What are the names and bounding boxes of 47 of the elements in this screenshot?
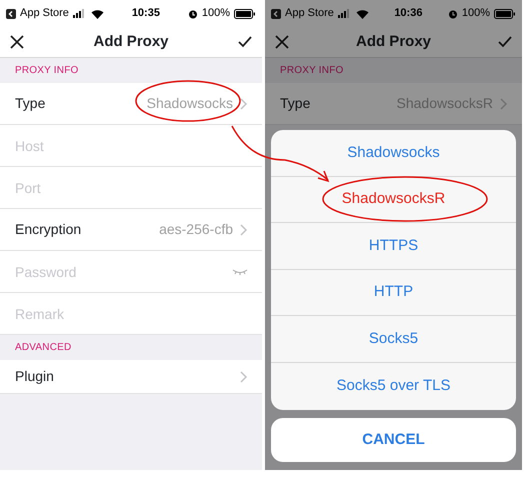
sheet-option[interactable]: Socks5 over TLS [271, 362, 516, 410]
battery-percentage: 100% [462, 6, 490, 22]
signal-icon [338, 9, 352, 18]
settings-row[interactable]: Encryption aes-256-cfb [0, 209, 262, 251]
chevron-icon [239, 222, 248, 236]
close-button[interactable] [275, 35, 289, 49]
close-icon [275, 35, 289, 49]
sheet-option[interactable]: Socks5 [271, 316, 516, 363]
sheet-option[interactable]: Shadowsocks [271, 130, 516, 177]
cancel-button[interactable]: CANCEL [271, 418, 516, 462]
back-app-label[interactable]: App Store [285, 5, 334, 22]
chevron-icon [239, 96, 248, 110]
screen-title: Add Proxy [93, 32, 168, 52]
section-header: ADVANCED [15, 341, 72, 355]
back-app-label[interactable]: App Store [20, 5, 69, 22]
input-field[interactable]: Port [0, 167, 262, 209]
input-field[interactable]: Host [0, 125, 262, 167]
close-icon [10, 35, 24, 49]
status-time: 10:35 [132, 6, 160, 22]
save-button[interactable] [238, 36, 252, 48]
input-field[interactable]: Remark [0, 293, 262, 335]
section-header: PROXY INFO [15, 64, 78, 78]
section-header: PROXY INFO [280, 64, 344, 78]
alarm-icon [448, 8, 458, 18]
chevron-icon [499, 96, 508, 110]
check-icon [498, 36, 512, 48]
settings-row[interactable]: Type Shadowsocks [0, 83, 262, 125]
back-icon[interactable] [6, 8, 16, 18]
save-button[interactable] [498, 36, 512, 48]
screen-title: Add Proxy [356, 32, 431, 52]
chevron-icon [239, 370, 248, 384]
battery-percentage: 100% [202, 6, 230, 22]
close-button[interactable] [10, 35, 24, 49]
status-time: 10:36 [394, 6, 422, 22]
alarm-icon [188, 8, 198, 18]
wifi-icon [356, 8, 369, 18]
check-icon [238, 36, 252, 48]
password-field[interactable]: Password [0, 251, 262, 293]
battery-icon [494, 8, 516, 18]
sheet-option[interactable]: ShadowsocksR [271, 176, 516, 224]
wifi-icon [90, 8, 104, 18]
battery-icon [234, 8, 256, 18]
back-icon[interactable] [271, 8, 281, 18]
sheet-option[interactable]: HTTP [271, 270, 516, 316]
sheet-option[interactable]: HTTPS [271, 223, 516, 270]
signal-icon [72, 9, 87, 18]
settings-row[interactable]: Plugin [0, 360, 262, 394]
